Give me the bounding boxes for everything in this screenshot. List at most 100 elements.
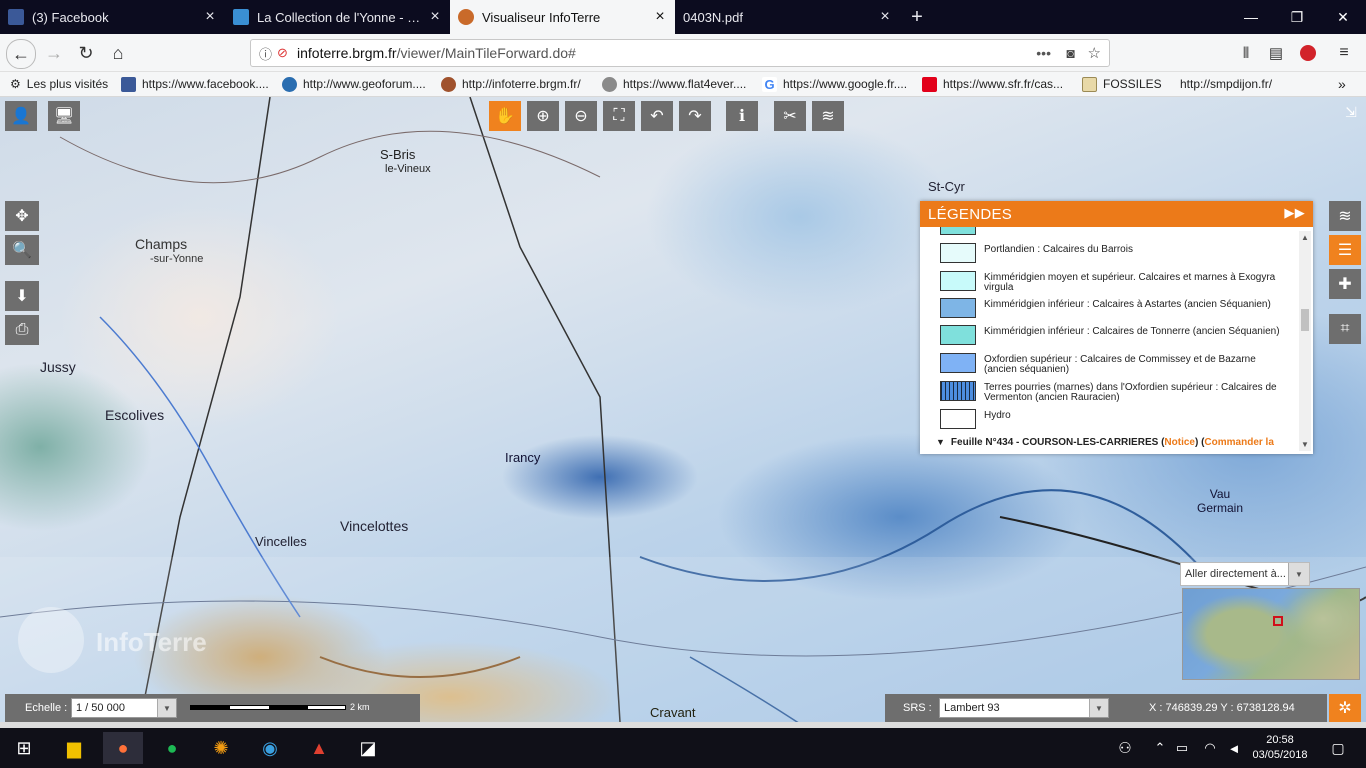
bookmark-label: http://www.geoforum.... [303,77,426,91]
place-label: Champs [135,236,188,252]
reload-button[interactable]: ↻ [72,39,100,67]
minimize-button[interactable]: — [1228,0,1274,34]
bookmark-star-icon[interactable]: ☆ [1088,44,1101,62]
legend-swatch [940,243,976,263]
zoom-in-icon[interactable]: ⊕ [527,101,559,131]
bookmark-label: http://infoterre.brgm.fr/ [462,77,581,91]
maximize-button[interactable]: ❐ [1274,0,1320,34]
sidebar-icon[interactable]: ▤ [1262,39,1290,67]
bookmark-facebook[interactable]: https://www.facebook.... [121,75,269,93]
tab-pdf[interactable]: 0403N.pdf × [675,0,900,34]
tools-icon[interactable]: ✂ [774,101,806,131]
tab-title: Visualiseur InfoTerre [482,9,601,25]
app-icon[interactable]: ◉ [250,732,290,764]
tab-title: La Collection de l'Yonne - Forum [257,9,422,25]
windows-start-icon[interactable]: ⊞ [4,732,44,764]
redo-icon[interactable]: ↷ [679,101,711,131]
chevron-down-icon[interactable]: ▼ [1089,699,1108,717]
search-document-icon[interactable]: 🔍 [5,235,39,265]
notifications-icon[interactable]: ▢ [1318,732,1358,764]
collapse-icon[interactable]: ⇲ [1338,99,1364,125]
notes-icon[interactable]: ◪ [348,732,388,764]
pocket-icon[interactable]: ◙ [1067,45,1075,61]
place-label: Vincelles [255,534,307,549]
scroll-down-icon[interactable]: ▼ [1301,440,1309,449]
caret-down-icon[interactable]: ▼ [936,437,945,447]
expand-icon[interactable]: ▶▶ [1284,205,1305,221]
volume-icon[interactable]: ◄ [1214,732,1254,764]
undo-icon[interactable]: ↶ [641,101,673,131]
bookmark-smpdijon[interactable]: http://smpdijon.fr/ [1180,75,1272,93]
close-tab-icon[interactable]: × [428,8,442,26]
close-tab-icon[interactable]: × [203,8,217,26]
bookmark-infoterre[interactable]: http://infoterre.brgm.fr/ [441,75,581,93]
move-icon[interactable]: ✥ [5,201,39,231]
bookmark-most-visited[interactable]: ⚙ Les plus visités [10,75,108,93]
app-icon[interactable]: ✺ [201,732,241,764]
scroll-thumb[interactable] [1301,309,1309,331]
bookmark-geoforum[interactable]: http://www.geoforum.... [282,75,426,93]
adblock-icon[interactable] [1294,39,1322,67]
zoom-out-icon[interactable]: ⊖ [565,101,597,131]
clock-time: 20:58 [1266,734,1294,746]
layers-icon[interactable]: ≋ [1329,201,1361,231]
srs-select[interactable]: Lambert 93 ▼ [939,698,1109,718]
place-label: S-Bris [380,147,416,162]
tab-forum[interactable]: La Collection de l'Yonne - Forum × [225,0,450,34]
layers-icon[interactable]: ≋ [812,101,844,131]
tab-facebook[interactable]: (3) Facebook × [0,0,225,34]
measure-icon[interactable]: ⌗ [1329,314,1361,344]
monitor-icon[interactable]: 🖥 [48,101,80,131]
add-layer-icon[interactable]: ✚ [1329,269,1361,299]
menu-icon[interactable]: ≡ [1330,39,1358,67]
settings-icon[interactable]: ✲ [1329,694,1361,722]
notice-link[interactable]: Notice [1164,437,1195,448]
url-bar[interactable]: ⓘ ⊘ infoterre.brgm.fr /viewer/MainTileFo… [250,39,1110,67]
firefox-icon[interactable]: ● [103,732,143,764]
library-icon[interactable]: ⫴ [1232,39,1260,67]
srs-control: SRS : Lambert 93 ▼ X : 746839.29 Y : 673… [885,694,1327,722]
bookmark-sfr[interactable]: https://www.sfr.fr/cas... [922,75,1063,93]
bookmark-google[interactable]: Ghttps://www.google.fr.... [762,75,907,93]
print-icon[interactable]: ⎙ [5,315,39,345]
info-pointer-icon[interactable]: ℹ [726,101,758,131]
legend-scrollbar[interactable]: ▲ ▼ [1299,231,1311,451]
new-tab-button[interactable]: + [902,0,932,34]
legend-list-icon[interactable]: ☰ [1329,235,1361,265]
pan-hand-icon[interactable]: ✋ [489,101,521,131]
sfr-icon [922,76,937,92]
close-tab-icon[interactable]: × [653,8,667,26]
home-button[interactable]: ⌂ [104,39,132,67]
download-icon[interactable]: ⬇ [5,281,39,311]
chevron-down-icon[interactable]: ▼ [157,699,176,717]
zoom-extent-icon[interactable]: ⛶ [603,101,635,131]
pdf-reader-icon[interactable]: ▲ [299,732,339,764]
overview-minimap[interactable] [1182,588,1360,680]
order-link[interactable]: Commander la [1204,437,1273,448]
bookmark-fossiles[interactable]: FOSSILES [1082,75,1162,93]
tab-infoterre[interactable]: Visualiseur InfoTerre × [450,0,675,34]
more-bookmarks-icon[interactable]: » [1338,75,1346,93]
close-window-button[interactable]: ✕ [1320,0,1366,34]
insecure-lock-icon[interactable]: ⊘ [277,45,297,61]
back-button[interactable]: ← [6,39,36,69]
forward-button[interactable]: → [40,39,68,67]
info-icon[interactable]: ⓘ [259,44,277,63]
clock-date: 03/05/2018 [1252,749,1308,761]
clock[interactable]: 20:58 03/05/2018 [1250,733,1310,763]
chevron-down-icon[interactable]: ▼ [1288,563,1309,585]
legend-label: Kimméridgien inférieur : Calcaires de To… [984,326,1280,337]
file-explorer-icon[interactable]: ▆ [54,732,94,764]
feuille-title: Feuille N°434 - COURSON-LES-CARRIERES ( [950,437,1165,448]
page-actions-button[interactable]: ••• [1036,45,1051,61]
close-tab-icon[interactable]: × [878,8,892,26]
scroll-up-icon[interactable]: ▲ [1301,233,1309,242]
bookmark-flat4ever[interactable]: https://www.flat4ever.... [602,75,746,93]
spotify-icon[interactable]: ● [152,732,192,764]
bookmark-label: https://www.google.fr.... [783,77,908,91]
people-icon[interactable]: ⚇ [1105,732,1145,764]
user-icon[interactable]: 👤 [5,101,37,131]
legend-header[interactable]: LÉGENDES ▶▶ [920,201,1313,227]
goto-select[interactable]: Aller directement à... ▼ [1180,562,1310,586]
scale-select[interactable]: 1 / 50 000 ▼ [71,698,177,718]
